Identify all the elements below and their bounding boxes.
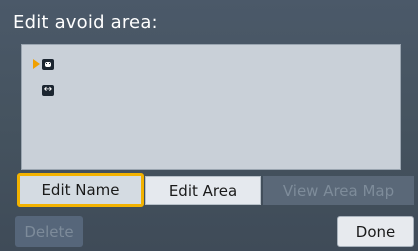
edit-name-button[interactable]: Edit Name	[17, 173, 144, 207]
left-right-arrows-icon: ↔	[42, 84, 54, 96]
navigation-screen: Edit avoid area: ↔ Edit Name Edit Area V…	[0, 0, 418, 251]
delete-button[interactable]: Delete	[15, 216, 83, 247]
screen-title: Edit avoid area:	[13, 12, 158, 33]
selection-cursor-icon	[33, 59, 40, 69]
view-area-map-button[interactable]: View Area Map	[263, 176, 414, 205]
done-button[interactable]: Done	[337, 216, 414, 247]
list-item[interactable]	[33, 57, 54, 71]
avoid-area-list: ↔	[21, 44, 401, 170]
list-item[interactable]: ↔	[33, 83, 54, 97]
edit-area-button[interactable]: Edit Area	[145, 176, 261, 205]
face-icon	[42, 58, 54, 70]
